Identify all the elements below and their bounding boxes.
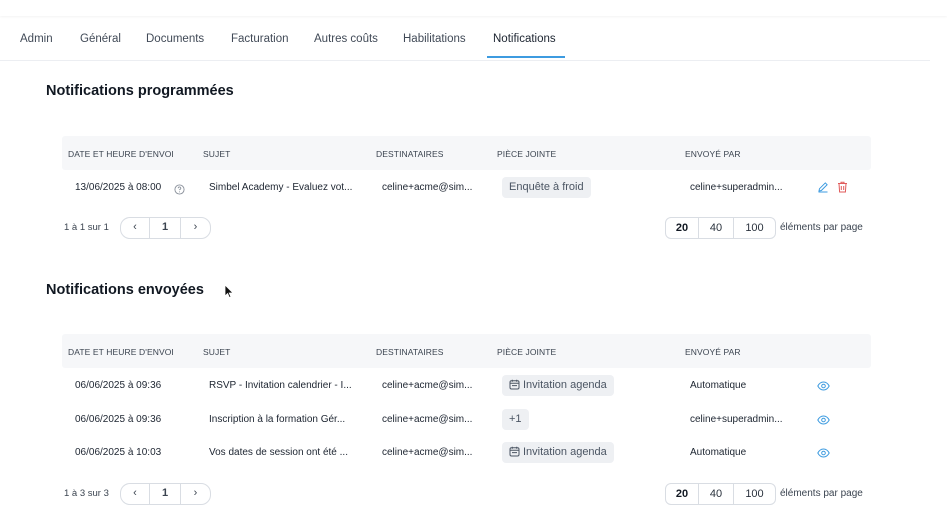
next-page-button[interactable]: › — [181, 484, 210, 504]
row-recipients: celine+acme@sim... — [382, 447, 473, 458]
attachment-chip[interactable]: Enquête à froid — [502, 177, 591, 198]
next-page-button[interactable]: › — [181, 218, 210, 238]
row-date: 06/06/2025 à 09:36 — [75, 380, 162, 391]
tab-autres-couts[interactable]: Autres coûts — [314, 33, 378, 45]
page-size-20[interactable]: 20 — [666, 218, 698, 238]
eye-icon[interactable] — [817, 379, 830, 397]
tab-general[interactable]: Général — [80, 33, 121, 45]
top-bar — [0, 0, 947, 16]
calendar-icon — [509, 446, 520, 457]
column-header-subject[interactable]: SUJET — [203, 347, 230, 357]
per-page-label: éléments par page — [780, 488, 863, 499]
attachment-label: +1 — [509, 413, 522, 425]
page-size-selector: 20 40 100 — [665, 483, 776, 505]
tab-habilitations[interactable]: Habilitations — [403, 33, 466, 45]
page-size-20[interactable]: 20 — [666, 484, 698, 504]
page-size-100[interactable]: 100 — [734, 218, 775, 238]
column-header-sent-by[interactable]: ENVOYÉ PAR — [685, 149, 741, 159]
pagination-info: 1 à 3 sur 3 — [64, 488, 109, 499]
attachment-count-chip[interactable]: +1 — [502, 409, 529, 430]
calendar-icon — [509, 379, 520, 390]
row-sent-by: celine+superadmin... — [690, 414, 783, 425]
tab-notifications[interactable]: Notifications — [493, 33, 556, 45]
scheduled-table-header: DATE ET HEURE D'ENVOI SUJET DESTINATAIRE… — [62, 136, 871, 170]
eye-icon[interactable] — [817, 446, 830, 464]
row-date: 13/06/2025 à 08:00 — [75, 182, 162, 193]
attachment-chip[interactable]: Invitation agenda — [502, 375, 614, 396]
prev-page-button[interactable]: ‹ — [121, 484, 149, 504]
row-date: 06/06/2025 à 09:36 — [75, 414, 162, 425]
active-tab-indicator — [487, 56, 565, 58]
eye-icon[interactable] — [817, 413, 830, 431]
mouse-cursor-icon — [224, 284, 234, 304]
sent-section-title: Notifications envoyées — [46, 282, 204, 298]
page-size-40[interactable]: 40 — [699, 484, 733, 504]
column-header-date[interactable]: DATE ET HEURE D'ENVOI — [68, 347, 174, 357]
row-subject[interactable]: Vos dates de session ont été ... — [209, 447, 348, 458]
tab-documents[interactable]: Documents — [146, 33, 204, 45]
page-size-selector: 20 40 100 — [665, 217, 776, 239]
column-header-sent-by[interactable]: ENVOYÉ PAR — [685, 347, 741, 357]
row-sent-by: celine+superadmin... — [690, 182, 783, 193]
attachment-label: Invitation agenda — [523, 446, 607, 458]
current-page[interactable]: 1 — [150, 484, 180, 504]
scheduled-section-title: Notifications programmées — [46, 83, 234, 99]
tab-facturation[interactable]: Facturation — [231, 33, 289, 45]
sent-table-header: DATE ET HEURE D'ENVOI SUJET DESTINATAIRE… — [62, 334, 871, 368]
attachment-label: Enquête à froid — [509, 181, 584, 193]
trash-icon[interactable] — [837, 180, 848, 198]
prev-page-button[interactable]: ‹ — [121, 218, 149, 238]
pagination-control: ‹ 1 › — [120, 217, 211, 239]
column-header-attachment[interactable]: PIÈCE JOINTE — [497, 347, 556, 357]
attachment-label: Invitation agenda — [523, 379, 607, 391]
row-sent-by: Automatique — [690, 447, 747, 458]
tab-admin[interactable]: Admin — [20, 33, 53, 45]
page-size-100[interactable]: 100 — [734, 484, 775, 504]
row-recipients: celine+acme@sim... — [382, 380, 473, 391]
row-recipients: celine+acme@sim... — [382, 182, 473, 193]
row-sent-by: Automatique — [690, 380, 747, 391]
edit-pencil-icon[interactable] — [817, 180, 829, 198]
current-page[interactable]: 1 — [150, 218, 180, 238]
tab-bar: Admin Général Documents Facturation Autr… — [0, 22, 930, 61]
row-date: 06/06/2025 à 10:03 — [75, 447, 162, 458]
page-size-40[interactable]: 40 — [699, 218, 733, 238]
per-page-label: éléments par page — [780, 222, 863, 233]
row-subject[interactable]: Inscription à la formation Gér... — [209, 414, 345, 425]
row-subject[interactable]: Simbel Academy - Evaluez vot... — [209, 182, 352, 193]
pagination-control: ‹ 1 › — [120, 483, 211, 505]
pagination-info: 1 à 1 sur 1 — [64, 222, 109, 233]
column-header-attachment[interactable]: PIÈCE JOINTE — [497, 149, 556, 159]
info-circle-icon[interactable] — [174, 182, 185, 200]
column-header-recipients[interactable]: DESTINATAIRES — [376, 149, 444, 159]
column-header-subject[interactable]: SUJET — [203, 149, 230, 159]
attachment-chip[interactable]: Invitation agenda — [502, 442, 614, 463]
row-subject[interactable]: RSVP - Invitation calendrier - I... — [209, 380, 352, 391]
row-recipients: celine+acme@sim... — [382, 414, 473, 425]
column-header-date[interactable]: DATE ET HEURE D'ENVOI — [68, 149, 174, 159]
column-header-recipients[interactable]: DESTINATAIRES — [376, 347, 444, 357]
